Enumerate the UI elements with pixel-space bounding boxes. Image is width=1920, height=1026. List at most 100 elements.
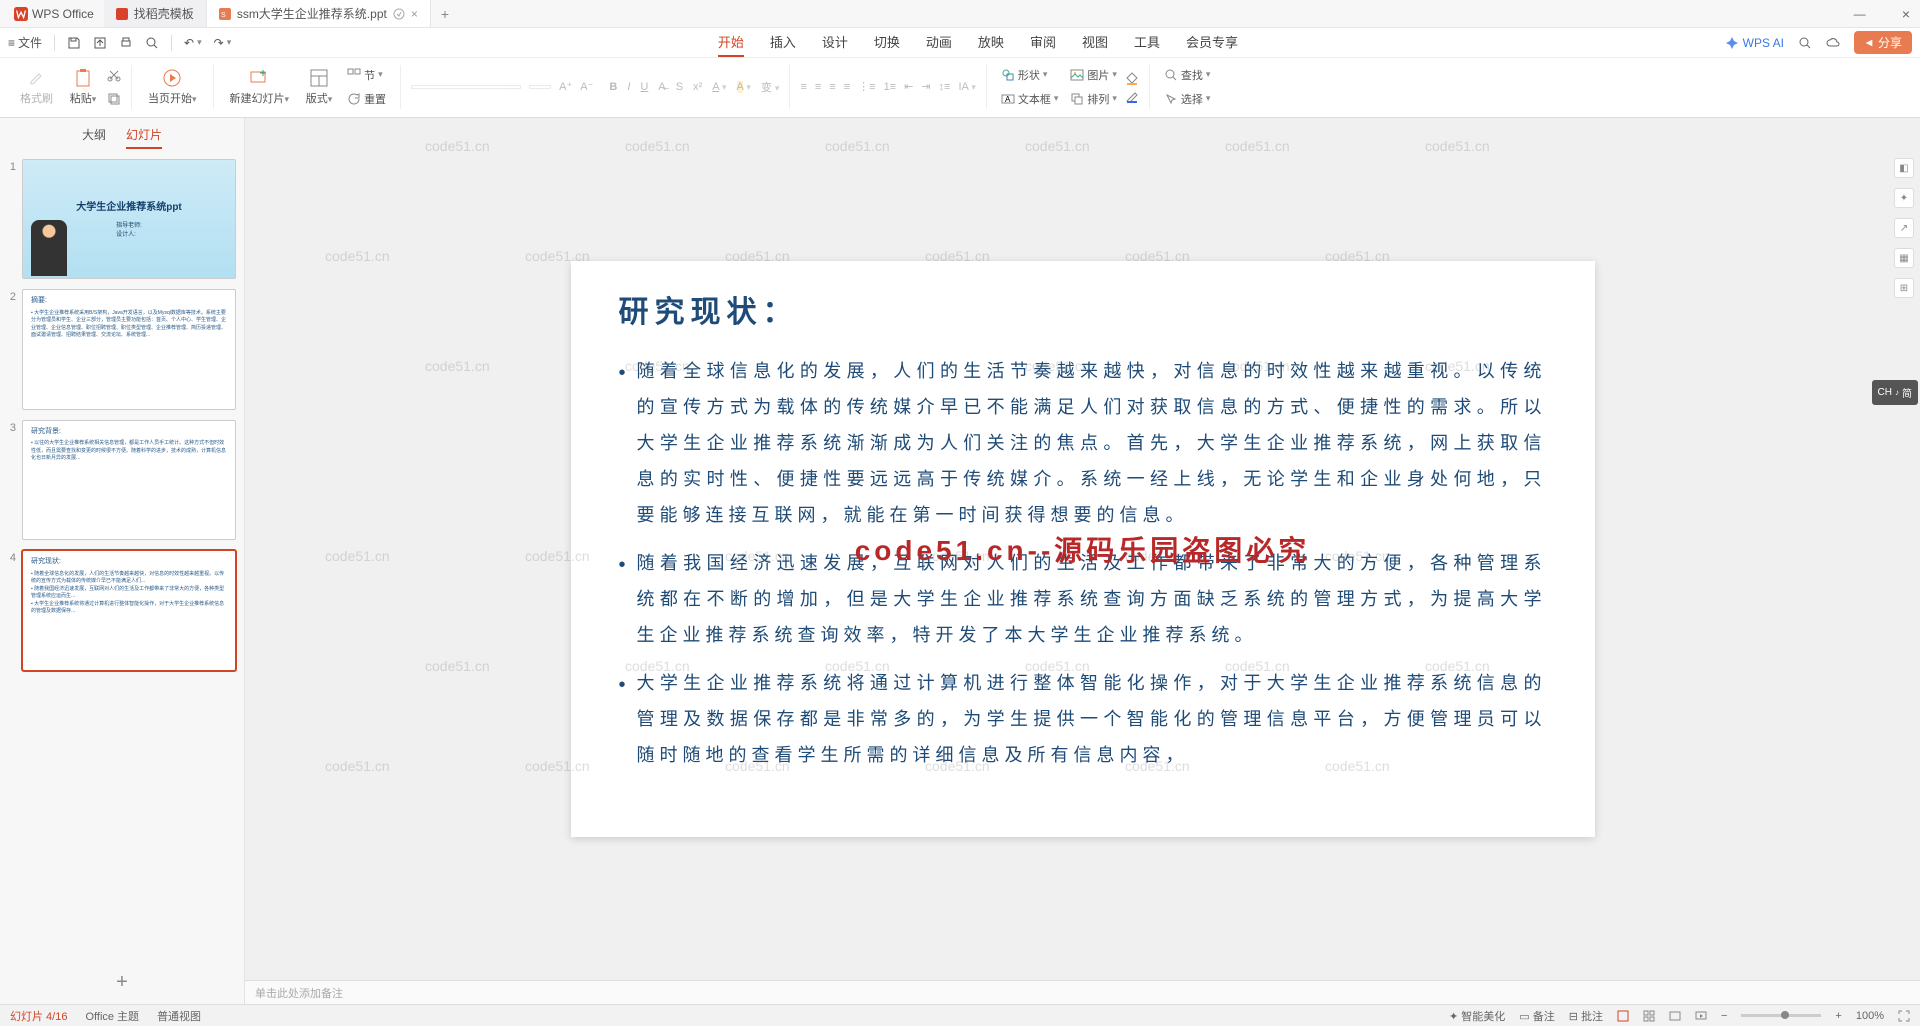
numbering-icon[interactable]: 1≡ <box>884 81 897 93</box>
font-color-button[interactable]: A ▾ <box>712 81 726 93</box>
section-button[interactable]: 节▾ <box>343 65 390 85</box>
print-icon[interactable] <box>119 36 133 50</box>
highlight-button[interactable]: A ▾ <box>737 81 751 93</box>
current-slide[interactable]: 研究现状： 随着全球信息化的发展，人们的生活节奏越来越快，对信息的时效性越来越重… <box>571 261 1595 837</box>
close-window-button[interactable]: × <box>1902 6 1910 22</box>
ai-icon <box>1725 36 1739 50</box>
tab-document[interactable]: S ssm大学生企业推荐系统.ppt × <box>207 0 431 27</box>
menu-tab-slideshow[interactable]: 放映 <box>978 28 1004 57</box>
print-preview-icon[interactable] <box>145 36 159 50</box>
textbox-button[interactable]: A文本框▾ <box>997 89 1063 109</box>
format-painter-button[interactable]: 格式刷 <box>14 66 59 108</box>
clear-format-button[interactable]: 变 ▾ <box>761 79 780 95</box>
arrange-button[interactable]: 排列▾ <box>1066 89 1121 109</box>
tab-slides[interactable]: 幻灯片 <box>126 126 162 149</box>
status-notes[interactable]: ▭ 备注 <box>1519 1008 1554 1024</box>
notes-pane[interactable]: 单击此处添加备注 <box>245 980 1920 1004</box>
minimize-button[interactable]: — <box>1854 7 1866 21</box>
from-current-button[interactable]: 当页开始▾ <box>142 66 203 108</box>
view-sorter-icon[interactable] <box>1643 1010 1655 1022</box>
new-slide-button[interactable]: 新建幻灯片▾ <box>224 66 296 108</box>
font-family-select[interactable] <box>411 85 521 89</box>
arrange-icon <box>1070 92 1084 106</box>
tab-templates[interactable]: 找稻壳模板 <box>104 0 207 27</box>
share-button[interactable]: 分享 <box>1854 31 1912 54</box>
view-slideshow-icon[interactable] <box>1695 1010 1707 1022</box>
undo-button[interactable]: ↶▾ <box>184 36 202 50</box>
side-tool-5[interactable]: ⊞ <box>1894 278 1914 298</box>
align-center-icon[interactable]: ≡ <box>815 81 821 93</box>
italic-button[interactable]: I <box>627 81 630 93</box>
search-icon[interactable] <box>1798 36 1812 50</box>
find-button[interactable]: 查找▾ <box>1160 65 1215 85</box>
strike-button[interactable]: A̶ <box>658 81 665 93</box>
thumbnail-4[interactable]: 研究现状: ▪ 随着全球信息化的发展，人们的生活节奏越来越快，对信息的时效性越来… <box>22 550 236 670</box>
menu-tab-animation[interactable]: 动画 <box>926 28 952 57</box>
fill-color-icon[interactable] <box>1125 71 1139 85</box>
zoom-out-button[interactable]: − <box>1721 1010 1727 1022</box>
add-slide-button[interactable]: + <box>0 967 244 1004</box>
thumbnail-1[interactable]: 大学生企业推荐系统ppt 指导老师:设计人: <box>22 159 236 279</box>
menu-tab-vip[interactable]: 会员专享 <box>1186 28 1238 57</box>
shape-button[interactable]: 形状▾ <box>997 65 1063 85</box>
status-beautify[interactable]: ✦ 智能美化 <box>1449 1008 1505 1024</box>
font-size-select[interactable] <box>529 85 551 89</box>
indent-dec-icon[interactable]: ⇤ <box>904 80 913 93</box>
file-menu[interactable]: ≡ 文件 <box>8 34 42 51</box>
ime-indicator[interactable]: CH ♪ 简 <box>1872 380 1918 405</box>
increase-font-icon[interactable]: A⁺ <box>559 80 572 93</box>
decrease-font-icon[interactable]: A⁻ <box>580 80 593 93</box>
zoom-slider[interactable] <box>1741 1014 1821 1017</box>
svg-text:S: S <box>221 12 226 19</box>
fit-icon[interactable] <box>1898 1010 1910 1022</box>
picture-button[interactable]: 图片▾ <box>1066 65 1121 85</box>
outline-color-icon[interactable] <box>1125 89 1139 103</box>
menu-tab-tools[interactable]: 工具 <box>1134 28 1160 57</box>
text-direction-icon[interactable]: IA ▾ <box>958 81 975 93</box>
new-tab-button[interactable]: + <box>431 6 459 22</box>
menu-tab-transition[interactable]: 切换 <box>874 28 900 57</box>
indent-inc-icon[interactable]: ⇥ <box>921 80 930 93</box>
strikethrough-button[interactable]: S <box>676 81 683 93</box>
close-tab-icon[interactable]: × <box>411 7 418 21</box>
view-reading-icon[interactable] <box>1669 1010 1681 1022</box>
cloud-icon[interactable] <box>1826 36 1840 50</box>
wps-ai-button[interactable]: WPS AI <box>1725 36 1784 50</box>
menu-tab-review[interactable]: 审阅 <box>1030 28 1056 57</box>
superscript-button[interactable]: x² <box>693 81 702 93</box>
menu-tab-start[interactable]: 开始 <box>718 28 744 57</box>
layout-button[interactable]: 版式▾ <box>299 66 339 108</box>
zoom-in-button[interactable]: + <box>1835 1010 1841 1022</box>
side-tool-1[interactable]: ◧ <box>1894 158 1914 178</box>
thumbnail-2[interactable]: 摘要: ▪ 大学生企业推荐系统采用B/S架构，Java开发语言，以及Mysql数… <box>22 289 236 409</box>
tab-outline[interactable]: 大纲 <box>82 126 106 149</box>
slide-stage[interactable]: 研究现状： 随着全球信息化的发展，人们的生活节奏越来越快，对信息的时效性越来越重… <box>245 118 1920 980</box>
slide-title: 研究现状： <box>619 287 1547 331</box>
menu-tab-design[interactable]: 设计 <box>822 28 848 57</box>
zoom-value[interactable]: 100% <box>1856 1010 1884 1022</box>
select-button[interactable]: 选择▾ <box>1160 89 1215 109</box>
status-comments[interactable]: ⊟ 批注 <box>1569 1008 1603 1024</box>
save-icon[interactable] <box>67 36 81 50</box>
view-normal-icon[interactable] <box>1617 1010 1629 1022</box>
export-icon[interactable] <box>93 36 107 50</box>
align-justify-icon[interactable]: ≡ <box>844 81 850 93</box>
copy-icon[interactable] <box>107 92 121 106</box>
side-tool-2[interactable]: ✦ <box>1894 188 1914 208</box>
side-tool-3[interactable]: ↗ <box>1894 218 1914 238</box>
reset-button[interactable]: 重置 <box>343 89 390 109</box>
align-right-icon[interactable]: ≡ <box>829 81 835 93</box>
line-spacing-icon[interactable]: ↕≡ <box>939 81 951 93</box>
menu-tab-insert[interactable]: 插入 <box>770 28 796 57</box>
thumbnail-3[interactable]: 研究背景: ▪ 以往的大学生企业推荐系统相关信息管理，都是工作人员手工统计。这种… <box>22 420 236 540</box>
underline-button[interactable]: U <box>640 81 648 93</box>
align-left-icon[interactable]: ≡ <box>800 81 806 93</box>
menu-tab-view[interactable]: 视图 <box>1082 28 1108 57</box>
bullets-icon[interactable]: ⋮≡ <box>858 80 875 93</box>
side-tool-4[interactable]: ▦ <box>1894 248 1914 268</box>
bold-button[interactable]: B <box>609 81 617 93</box>
cut-icon[interactable] <box>107 68 121 82</box>
menu-tabs: 开始 插入 设计 切换 动画 放映 审阅 视图 工具 会员专享 <box>718 28 1238 57</box>
redo-button[interactable]: ↷▾ <box>214 36 232 50</box>
paste-button[interactable]: 粘贴▾ <box>63 66 103 108</box>
